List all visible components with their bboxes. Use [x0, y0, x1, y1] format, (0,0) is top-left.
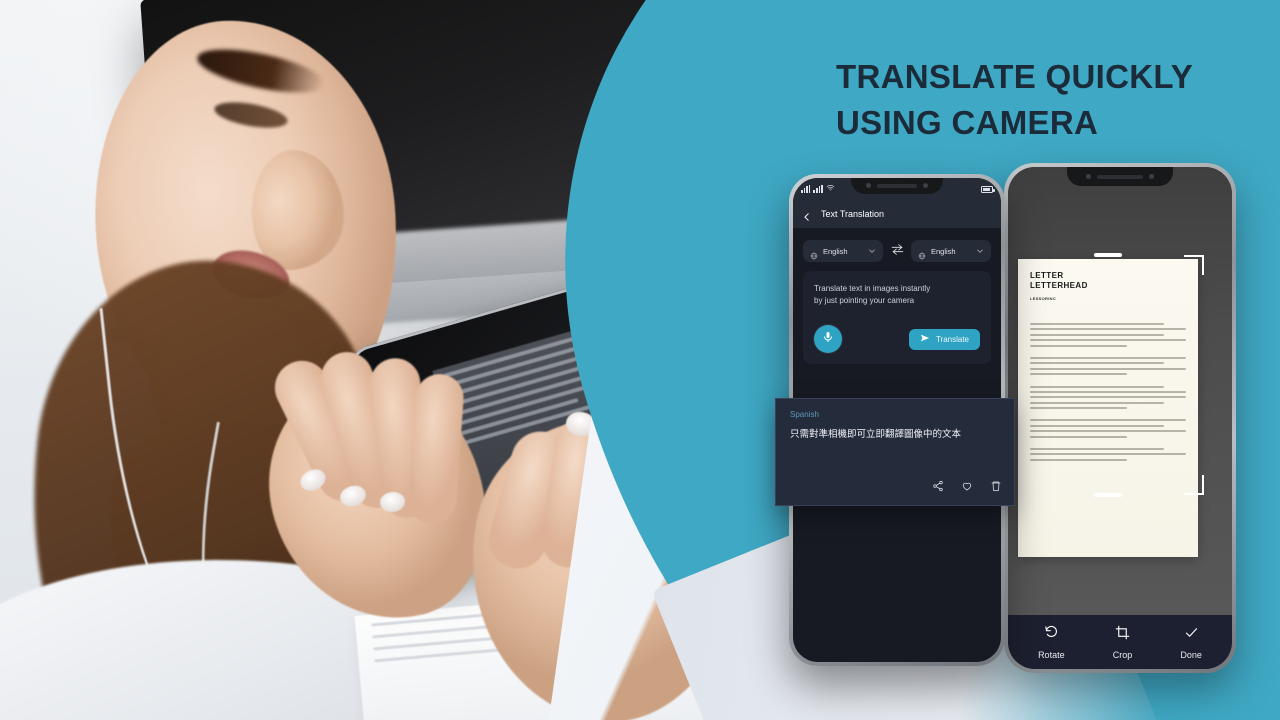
headline-line-1: TRANSLATE QUICKLY: [836, 58, 1194, 95]
translate-button-label: Translate: [935, 334, 969, 344]
front-camera-icon: [866, 183, 871, 188]
right-phone-mockup: LETTER LETTERHEAD LESSORINC Rotate Crop …: [1004, 163, 1236, 673]
page-title: TRANSLATE QUICKLY USING CAMERA: [836, 54, 1266, 145]
chevron-down-icon: [868, 247, 876, 255]
rotate-label: Rotate: [1038, 649, 1065, 660]
camera-preview: LETTER LETTERHEAD LESSORINC: [1008, 167, 1232, 615]
share-icon: [933, 480, 943, 492]
document-body: [1030, 323, 1186, 461]
result-language-label: Spanish: [790, 410, 819, 419]
done-button[interactable]: Done: [1180, 625, 1202, 660]
promo-banner: TRANSLATE QUICKLY USING CAMERA LETTER LE…: [0, 0, 1280, 720]
done-label: Done: [1180, 649, 1202, 660]
document-title-line-2: LETTERHEAD: [1030, 281, 1088, 290]
favorite-button[interactable]: [961, 479, 973, 497]
microphone-button[interactable]: [814, 325, 842, 353]
sensor-icon: [1149, 174, 1154, 179]
sensor-icon: [923, 183, 928, 188]
language-selector-row: English English: [803, 240, 991, 262]
send-paper-plane-icon: [920, 333, 930, 345]
text-input-card[interactable]: Translate text in images instantly by ju…: [803, 271, 991, 364]
rotate-button[interactable]: Rotate: [1038, 625, 1065, 660]
result-action-icons: [932, 479, 1002, 497]
document-title-line-1: LETTER: [1030, 271, 1064, 280]
source-language-label: English: [823, 246, 848, 256]
delete-button[interactable]: [990, 479, 1002, 497]
crop-corner-top-right-icon[interactable]: [1184, 255, 1204, 275]
share-button[interactable]: [932, 479, 944, 497]
translated-text: 只需對準相機即可立即翻譯圖像中的文本: [790, 429, 962, 440]
heart-icon: [962, 482, 972, 491]
earpiece-speaker: [1097, 174, 1143, 179]
target-language-select[interactable]: English: [911, 240, 991, 262]
crop-label: Crop: [1112, 649, 1133, 660]
scanned-document: LETTER LETTERHEAD LESSORINC: [1018, 259, 1198, 557]
headline-line-2: USING CAMERA: [836, 103, 1099, 141]
source-language-select[interactable]: English: [803, 240, 883, 262]
crop-corner-bottom-right-icon[interactable]: [1184, 475, 1204, 495]
translation-result-card: Spanish 只需對準相機即可立即翻譯圖像中的文本: [775, 398, 1015, 506]
input-placeholder: Translate text in images instantly by ju…: [814, 283, 980, 307]
document-subtitle: LESSORINC: [1030, 296, 1057, 301]
placeholder-line-1: Translate text in images instantly: [814, 284, 931, 293]
rotate-icon: [1044, 625, 1059, 645]
globe-icon: [810, 247, 818, 260]
crop-handle-top[interactable]: [1094, 253, 1122, 257]
trash-icon: [991, 481, 1001, 491]
chevron-down-icon: [976, 247, 984, 255]
crop-button[interactable]: Crop: [1112, 625, 1133, 660]
app-bar: Text Translation: [793, 200, 1001, 228]
target-language-label: English: [931, 246, 956, 256]
right-phone-screen: LETTER LETTERHEAD LESSORINC Rotate Crop …: [1008, 167, 1232, 669]
camera-toolbar: Rotate Crop Done: [1008, 615, 1232, 669]
back-button[interactable]: [802, 209, 812, 221]
crop-icon: [1115, 625, 1130, 645]
input-actions: Translate: [814, 325, 980, 353]
microphone-icon: [822, 330, 834, 348]
status-bar: [793, 178, 1001, 200]
notch: [1067, 167, 1173, 186]
battery-icon: [981, 185, 995, 193]
wifi-icon: [826, 184, 835, 194]
app-bar-title: Text Translation: [821, 209, 885, 219]
placeholder-line-2: by just pointing your camera: [814, 296, 915, 305]
notch: [851, 178, 943, 194]
swap-arrows-icon: [891, 242, 904, 260]
front-camera-icon: [1086, 174, 1091, 179]
translate-button[interactable]: Translate: [908, 328, 980, 350]
crop-handle-bottom[interactable]: [1094, 493, 1122, 497]
swap-languages-button[interactable]: [889, 242, 905, 260]
earpiece-speaker: [877, 183, 917, 188]
globe-icon: [918, 247, 926, 260]
signal-bars-icon-2: [813, 185, 823, 193]
check-icon: [1184, 625, 1199, 645]
signal-bars-icon: [801, 185, 811, 193]
